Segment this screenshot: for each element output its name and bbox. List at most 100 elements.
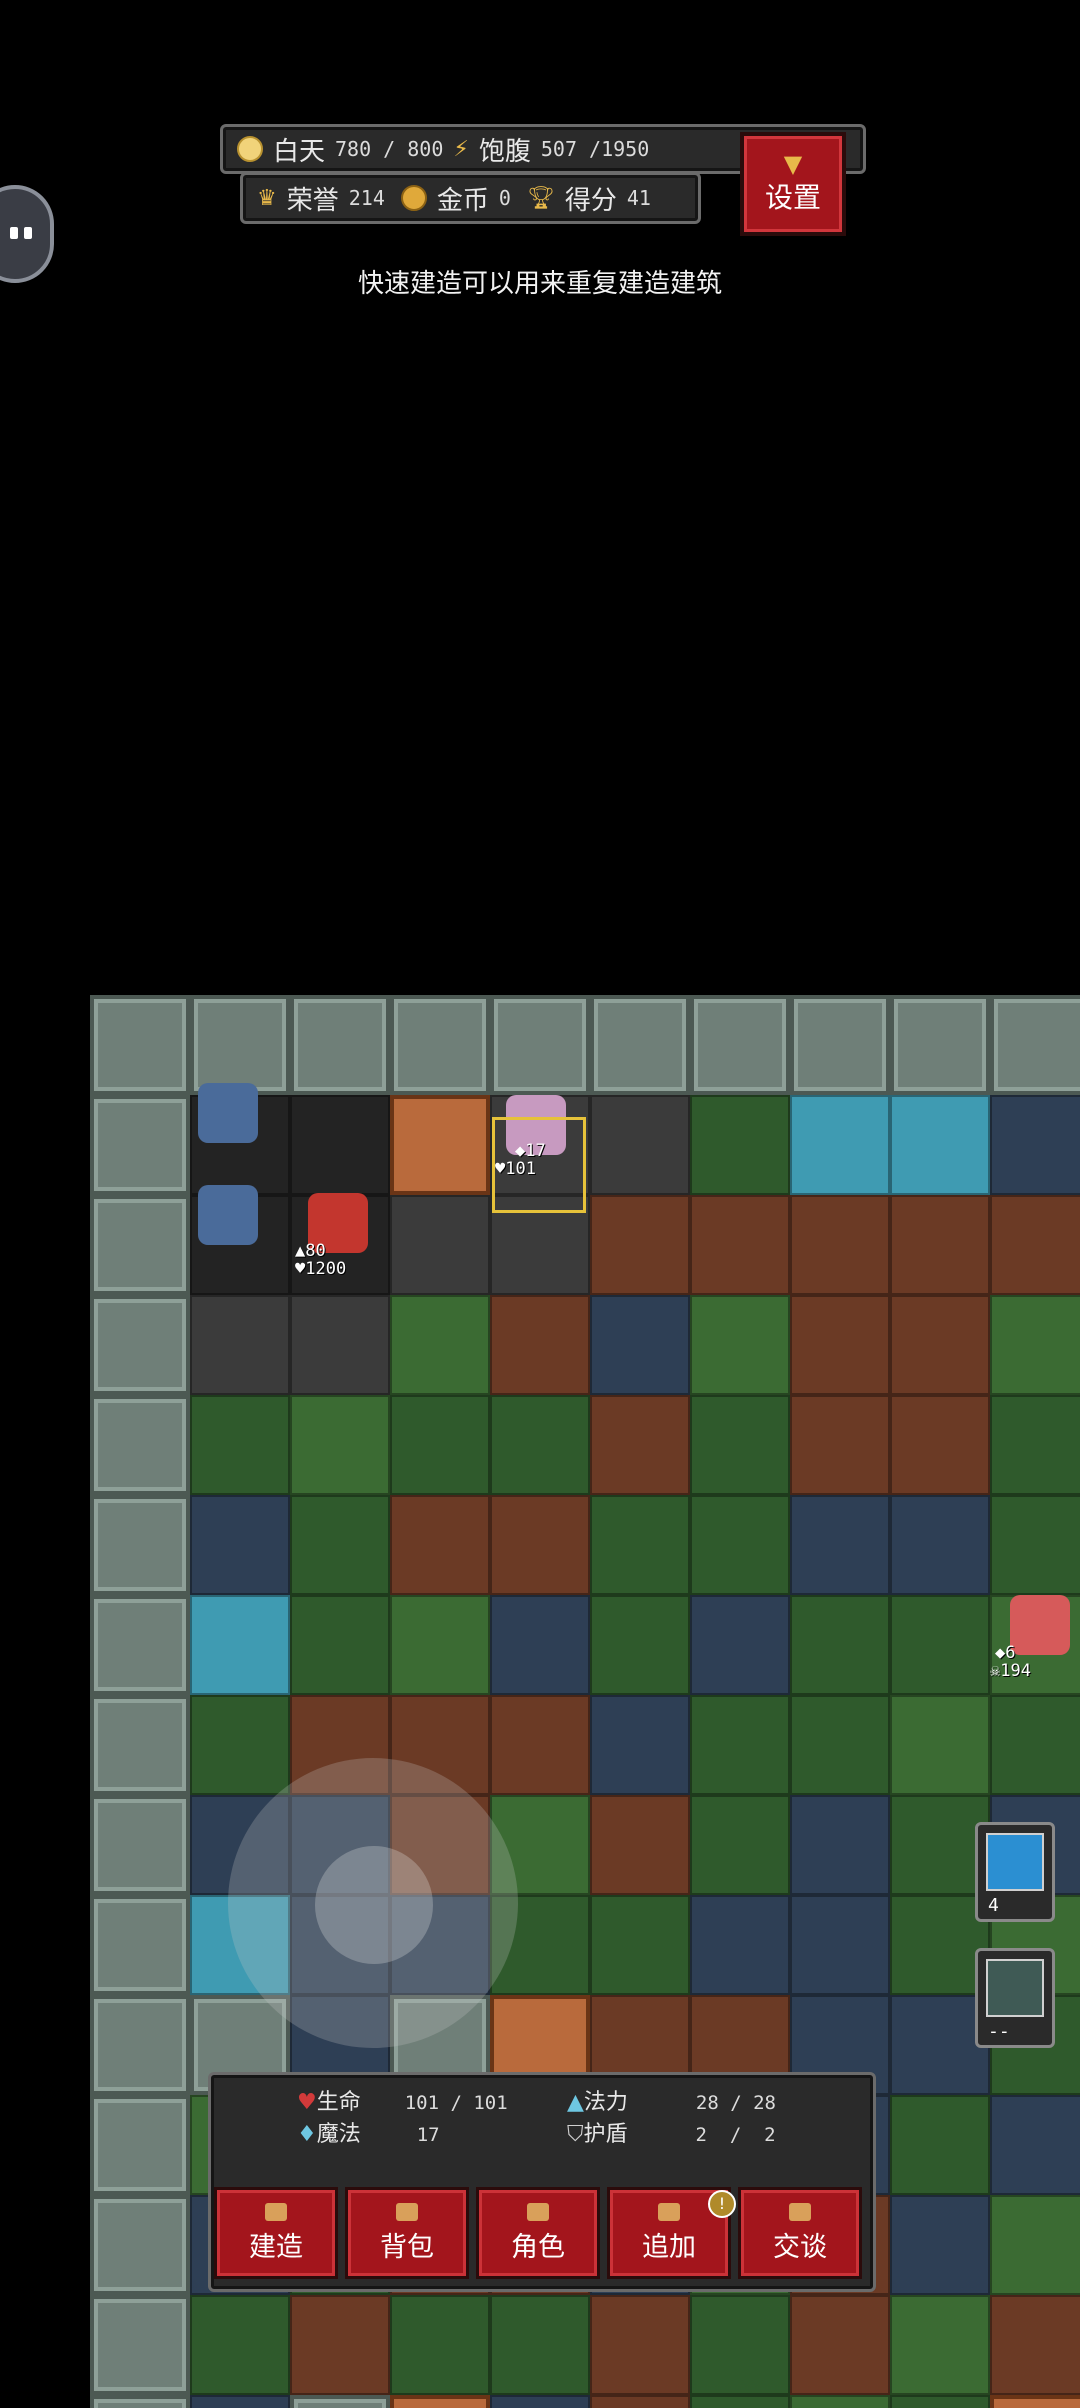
skill-count: -- (988, 2021, 1010, 2042)
coin-icon (400, 185, 427, 211)
map-tile (390, 995, 490, 1095)
skill-count: 4 (988, 1895, 999, 1916)
map-tile (690, 1895, 790, 1995)
map-tile (890, 2095, 990, 2195)
player-selection-frame[interactable] (492, 1117, 586, 1213)
talk-button[interactable]: 交谈 (738, 2187, 862, 2279)
map-tile (190, 2295, 290, 2395)
map-tile (90, 2095, 190, 2195)
mana-potion-icon: ▲ (567, 2090, 584, 2115)
map-tile (490, 1495, 590, 1595)
settings-icon: ▼ (783, 150, 803, 178)
satiety-value: 507 /1950 (540, 137, 650, 161)
enemy-character[interactable] (1010, 1595, 1070, 1655)
satiety-label: 饱腹 (478, 136, 531, 167)
notification-badge: ! (708, 2190, 736, 2218)
speech-icon (789, 2202, 811, 2221)
skill-slot-shield[interactable]: -- (975, 1948, 1055, 2048)
plus-icon (658, 2202, 680, 2221)
map-tile (90, 1795, 190, 1895)
enemy-hp: ☠194 (990, 1661, 1031, 1681)
mana-label: 法力 (583, 2090, 628, 2115)
honor-gold-score-bar: ♛ 荣誉 214 金币 0 🏆︎ 得分 41 (240, 172, 701, 224)
hint-text: 快速建造可以用来重复建造建筑 (357, 269, 722, 299)
joystick-knob[interactable] (315, 1846, 433, 1964)
map-tile (790, 1795, 890, 1895)
map-tile (90, 1695, 190, 1795)
settings-button[interactable]: ▼ 设置 (740, 132, 846, 236)
map-tile (190, 1295, 290, 1395)
map-tile (490, 1395, 590, 1495)
magic-icon: ♦ (297, 2122, 317, 2147)
map-tile (490, 2295, 590, 2395)
map-tile (90, 1895, 190, 1995)
crown-icon: ♛ (257, 185, 277, 211)
map-tile (890, 1095, 990, 1195)
map-tile (790, 2295, 890, 2395)
map-tile (690, 1595, 790, 1695)
map-tile (690, 1495, 790, 1595)
map-tile (690, 1695, 790, 1795)
character-button[interactable]: 角色 (476, 2187, 600, 2279)
map-tile (290, 1295, 390, 1395)
map-tile (990, 1495, 1080, 1595)
map-tile (390, 1195, 490, 1295)
map-tile (790, 1895, 890, 1995)
satiety-icon: ⚡ (453, 136, 469, 162)
backpack-label: 背包 (380, 2231, 434, 2263)
map-tile (590, 1795, 690, 1895)
map-tile (590, 1595, 690, 1695)
map-tile (90, 1195, 190, 1295)
building-house[interactable] (198, 1083, 258, 1143)
map-tile (590, 2395, 690, 2408)
skill-slot-lightning[interactable]: 4 (975, 1822, 1055, 1922)
map-tile (590, 2295, 690, 2395)
ally-attack: ▲80 (295, 1241, 326, 1261)
life-label: 生命 (316, 2090, 361, 2115)
map-tile (990, 2095, 1080, 2195)
backpack-button[interactable]: 背包 (345, 2187, 469, 2279)
build-button[interactable]: 建造 (214, 2187, 338, 2279)
map-tile (590, 1695, 690, 1795)
map-tile (290, 1095, 390, 1195)
gold-label: 金币 (436, 185, 489, 216)
map-tile (790, 1695, 890, 1795)
map-tile (890, 2295, 990, 2395)
honor-label: 荣誉 (286, 185, 339, 216)
character-icon (527, 2202, 549, 2221)
map-tile (890, 1595, 990, 1695)
map-tile (190, 2395, 290, 2408)
score-value: 41 (626, 186, 651, 210)
map-tile (690, 2395, 790, 2408)
map-tile (890, 2195, 990, 2295)
map-tile (590, 1095, 690, 1195)
sun-icon (237, 136, 263, 162)
map-tile (590, 1495, 690, 1595)
map-tile (590, 995, 690, 1095)
daytime-label: 白天 (273, 136, 326, 167)
map-tile (790, 1395, 890, 1495)
map-tile (990, 995, 1080, 1095)
map-tile (290, 2395, 390, 2408)
build-label: 建造 (249, 2231, 303, 2263)
magic-value: 17 (416, 2124, 440, 2146)
map-tile (590, 1195, 690, 1295)
map-tile (490, 995, 590, 1095)
map-tile (790, 1195, 890, 1295)
shield-label: 护盾 (583, 2122, 628, 2147)
map-tile (490, 2395, 590, 2408)
map-tile (390, 1295, 490, 1395)
daytime-value: 780 / 800 (335, 137, 444, 161)
map-tile (790, 1095, 890, 1195)
map-tile (590, 1295, 690, 1395)
hammer-icon (265, 2202, 287, 2221)
map-tile (890, 995, 990, 1095)
map-tile (90, 1095, 190, 1195)
map-tile (390, 1595, 490, 1695)
map-tile (190, 1395, 290, 1495)
map-tile (890, 2395, 990, 2408)
map-tile (290, 1595, 390, 1695)
map-tile (790, 2395, 890, 2408)
map-tile (190, 995, 290, 1095)
building-house[interactable] (198, 1185, 258, 1245)
